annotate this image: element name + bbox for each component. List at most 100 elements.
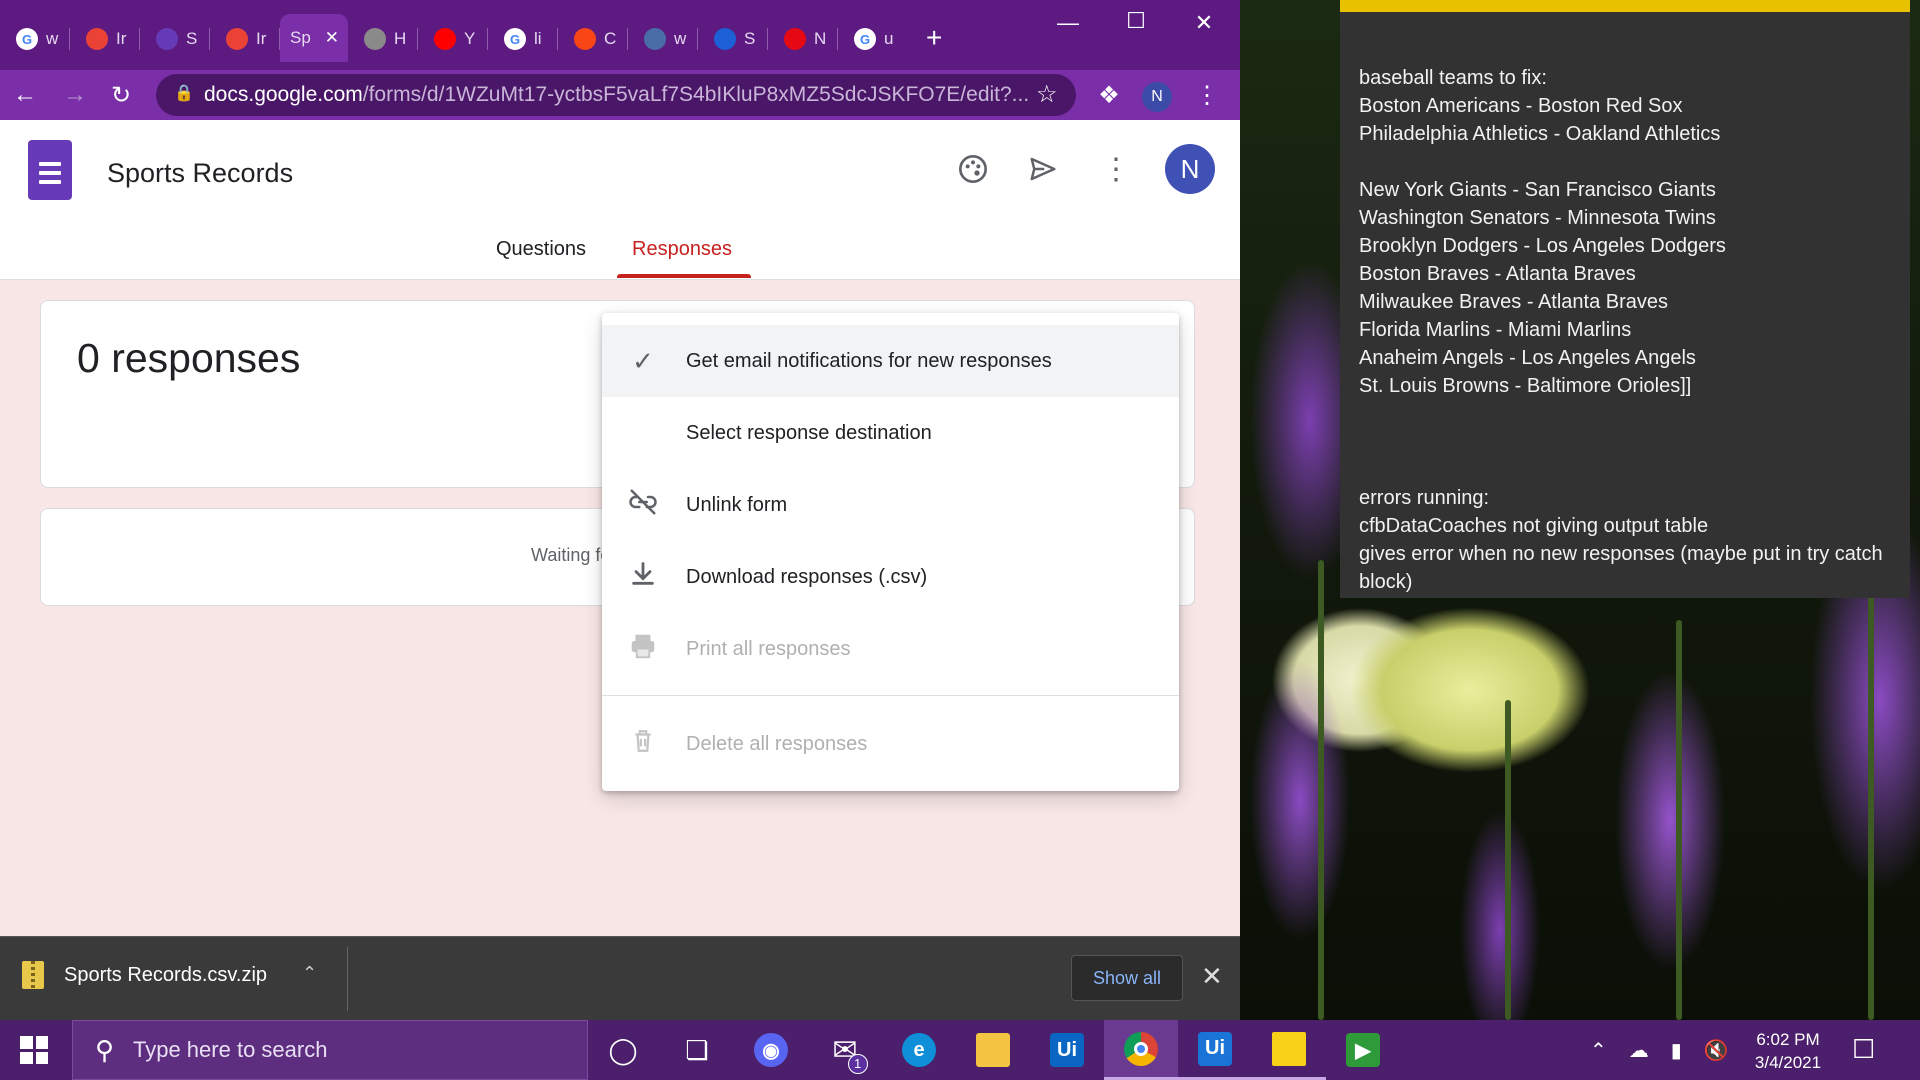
new-tab-button[interactable]: + — [926, 22, 942, 54]
forms-header: Sports Records ⋮ N Questions Responses — [0, 120, 1240, 280]
taskbar-clock[interactable]: 6:02 PM 3/4/2021 — [1748, 1028, 1828, 1074]
uipath-assistant-icon[interactable]: Ui — [1178, 1020, 1252, 1080]
onedrive-cloud-icon[interactable]: ☁ — [1629, 1038, 1649, 1063]
cortana-icon[interactable]: ◯ — [586, 1020, 660, 1080]
browser-tab[interactable]: S — [698, 16, 755, 62]
menu-item-email-notifications[interactable]: ✓ Get email notifications for new respon… — [602, 325, 1179, 397]
browser-tab[interactable]: S — [140, 16, 197, 62]
media-player-icon[interactable]: ▶ — [1326, 1020, 1400, 1080]
tab-title: C — [604, 29, 617, 48]
minimize-icon[interactable]: — — [1048, 10, 1088, 36]
address-bar[interactable]: docs.google.com/forms/d/1WZuMt17-yctbsF5… — [156, 74, 1076, 116]
mail-icon[interactable]: ✉ 1 — [808, 1020, 882, 1080]
gmail-icon — [86, 28, 108, 50]
url-path: /forms/d/1WZuMt17-yctbsF5vaLf7S4bIKluP8x… — [362, 83, 1030, 106]
trash-icon — [626, 727, 660, 762]
browser-tab[interactable]: N — [768, 16, 826, 62]
menu-item-label: Print all responses — [686, 637, 851, 660]
browser-tab[interactable]: H — [348, 16, 406, 62]
chevron-up-icon[interactable]: ⌃ — [1590, 1038, 1607, 1063]
tab-responses[interactable]: Responses — [632, 238, 732, 261]
speaker-muted-icon[interactable]: 🔇 — [1704, 1038, 1729, 1063]
close-icon[interactable]: ✕ — [1201, 961, 1223, 992]
back-arrow-icon[interactable]: ← — [8, 78, 42, 112]
menu-item-label: Select response destination — [686, 421, 932, 444]
forward-arrow-icon[interactable]: → — [58, 78, 92, 112]
browser-tab[interactable]: Ir — [210, 16, 266, 62]
sticky-note[interactable]: baseball teams to fix: Boston Americans … — [1340, 0, 1910, 598]
edge-browser-icon[interactable]: e — [882, 1020, 956, 1080]
close-window-icon[interactable]: ✕ — [1184, 10, 1224, 36]
windows-start-icon[interactable] — [20, 1036, 48, 1064]
uipath-studio-icon[interactable]: Ui — [1030, 1020, 1104, 1080]
clock-date: 3/4/2021 — [1754, 1053, 1822, 1072]
battery-icon[interactable]: ▮ — [1671, 1038, 1682, 1063]
browser-profile-avatar[interactable]: N — [1142, 82, 1172, 112]
lavender-stem — [1505, 700, 1511, 1020]
system-tray: ⌃ ☁ ▮ 🔇 — [1590, 1020, 1729, 1080]
lock-icon[interactable]: 🔒 — [174, 83, 194, 103]
sticky-note-text[interactable]: baseball teams to fix: Boston Americans … — [1359, 64, 1896, 596]
browser-tab[interactable]: C — [558, 16, 616, 62]
tab-title: w — [46, 29, 59, 48]
browser-tab[interactable]: Gli — [488, 16, 542, 62]
close-tab-icon[interactable]: ✕ — [325, 28, 339, 48]
notifications-icon[interactable]: ☐ — [1852, 1034, 1875, 1065]
tab-title: N — [814, 29, 827, 48]
tab-title: Y — [464, 29, 476, 48]
zip-file-icon — [22, 961, 44, 989]
menu-item-label: Download responses (.csv) — [686, 565, 928, 588]
gmail-icon — [226, 28, 248, 50]
download-icon — [626, 560, 660, 595]
menu-item-print-responses[interactable]: Print all responses — [602, 613, 1179, 685]
tab-title: Ir — [116, 29, 127, 48]
browser-tab[interactable]: Y — [418, 16, 475, 62]
downloads-bar: Sports Records.csv.zip ⌃ Show all ✕ — [0, 936, 1240, 1020]
browser-tab[interactable]: Gu — [838, 16, 893, 62]
browser-tab[interactable]: w — [628, 16, 686, 62]
mail-unread-badge: 1 — [847, 1053, 868, 1074]
tab-title: u — [884, 29, 894, 48]
palette-icon[interactable] — [949, 145, 997, 193]
menu-item-delete-responses[interactable]: Delete all responses — [602, 708, 1179, 780]
bookmark-star-icon[interactable]: ☆ — [1036, 80, 1058, 109]
chevron-up-icon[interactable]: ⌃ — [302, 963, 317, 984]
tab-title: S — [744, 29, 756, 48]
search-icon: ⚲ — [95, 1035, 115, 1065]
waiting-message: Waiting fo — [531, 545, 611, 565]
taskbar-search-box[interactable]: ⚲ Type here to search — [72, 1020, 588, 1080]
show-all-button[interactable]: Show all — [1071, 955, 1183, 1001]
account-avatar[interactable]: N — [1165, 144, 1215, 194]
chrome-window: Gw Ir S Ir Sp ✕ H Y Gli Cw S N Gu + — ☐ ✕ ← → ↻ docs… — [0, 0, 1240, 1020]
maximize-icon[interactable]: ☐ — [1116, 8, 1156, 34]
menu-divider — [602, 695, 1179, 696]
menu-item-label: Get email notifications for new response… — [686, 349, 1052, 372]
menu-item-select-destination[interactable]: Select response destination — [602, 397, 1179, 469]
more-vert-icon[interactable]: ⋮ — [1092, 145, 1140, 193]
chrome-taskbar-icon[interactable] — [1104, 1020, 1178, 1080]
link-off-icon — [626, 487, 660, 524]
youtube-icon — [434, 28, 456, 50]
browser-tab[interactable]: Sp ✕ — [280, 14, 348, 62]
lavender-stem — [1318, 560, 1324, 1020]
clock-time: 6:02 PM — [1756, 1030, 1820, 1049]
reload-icon[interactable]: ↻ — [104, 78, 138, 112]
task-view-icon[interactable]: ❏ — [660, 1020, 734, 1080]
tab-strip: Gw Ir S Ir Sp ✕ H Y Gli Cw S N Gu + — ☐ ✕ — [0, 0, 1240, 78]
sticky-notes-icon[interactable] — [1252, 1020, 1326, 1080]
download-filename: Sports Records.csv.zip — [64, 963, 268, 986]
browser-tab[interactable]: Gw — [0, 16, 58, 62]
google-forms-icon[interactable] — [28, 140, 72, 200]
shoe-icon — [714, 28, 736, 50]
download-item[interactable]: Sports Records.csv.zip — [22, 961, 267, 989]
discord-icon[interactable]: ◉ — [734, 1020, 808, 1080]
menu-item-unlink-form[interactable]: Unlink form — [602, 469, 1179, 541]
browser-menu-icon[interactable]: ⋮ — [1190, 78, 1224, 112]
tab-questions[interactable]: Questions — [496, 238, 586, 261]
extensions-puzzle-icon[interactable]: ❖ — [1092, 78, 1126, 112]
file-explorer-icon[interactable] — [956, 1020, 1030, 1080]
browser-tab[interactable]: Ir — [70, 16, 126, 62]
form-title[interactable]: Sports Records — [107, 158, 293, 189]
menu-item-download-csv[interactable]: Download responses (.csv) — [602, 541, 1179, 613]
send-icon[interactable] — [1019, 145, 1067, 193]
